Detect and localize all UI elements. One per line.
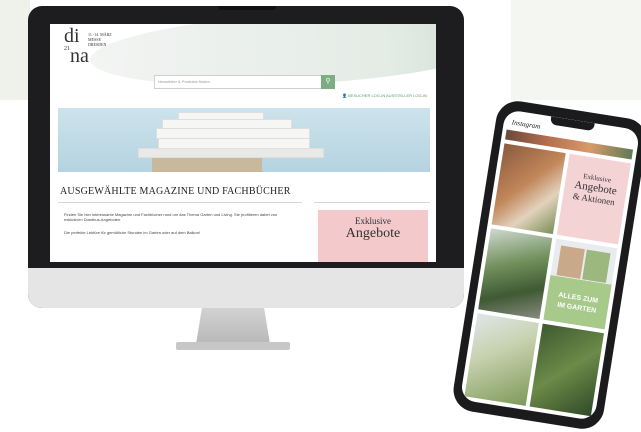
feed-thumb (556, 245, 585, 279)
feed-thumb (582, 249, 611, 283)
page-title: AUSGEWÄHLTE MAGAZINE UND FACHBÜCHER (60, 186, 291, 197)
feed-image[interactable] (464, 313, 539, 406)
visitor-login-link[interactable]: 👤 BESUCHER LOG-IN (342, 93, 385, 98)
smartphone: Instagram Exklusive Angebote & Aktionen … (450, 98, 641, 432)
feed-image[interactable] (491, 143, 566, 235)
search-placeholder: Newsletter & Produkte finden (158, 79, 210, 84)
background-tint-right (511, 0, 641, 100)
hero-image (58, 108, 430, 172)
app-title: Instagram (511, 118, 541, 131)
hero-magazine (156, 128, 310, 139)
desktop-monitor: di 11.-14. MÄRZ MESSE DRESDEN 21na Newsl… (28, 6, 464, 308)
feed-promo-tile[interactable]: ALLES ZUM IM GARTEN (543, 238, 618, 330)
feed-image[interactable] (478, 228, 553, 320)
monitor-base (176, 342, 290, 350)
logo-tagline: 11.-14. MÄRZ MESSE DRESDEN (88, 32, 112, 47)
search-icon: ⚲ (325, 78, 331, 85)
hero-stool (152, 156, 262, 172)
monitor-stand (196, 308, 270, 344)
feed-image[interactable] (529, 323, 604, 417)
intro-paragraph: Finden Sie hier interessante Magazine un… (64, 212, 278, 223)
background-tint (0, 0, 30, 100)
monitor-chin (28, 268, 464, 308)
phone-notch (550, 116, 595, 132)
promo-line-1: Exklusive (355, 216, 391, 226)
logo-bottom: na (70, 45, 89, 67)
intro-paragraph-2: Die perfekte Lektüre für gemütliche Stun… (64, 230, 201, 235)
divider (58, 202, 302, 203)
monitor-camera-notch (218, 6, 276, 10)
site-logo[interactable]: di 11.-14. MÄRZ MESSE DRESDEN 21na (64, 25, 112, 67)
exhibitor-login-link[interactable]: AUSSTELLER LOG-IN (386, 93, 427, 98)
hero-magazine (138, 148, 324, 158)
user-icon: 👤 (342, 93, 347, 98)
search-button[interactable]: ⚲ (321, 75, 335, 89)
search-input[interactable]: Newsletter & Produkte finden (154, 75, 322, 89)
divider (314, 202, 430, 203)
logo-top: di (64, 25, 80, 47)
monitor-screen: di 11.-14. MÄRZ MESSE DRESDEN 21na Newsl… (50, 24, 436, 262)
hero-magazine (178, 112, 264, 120)
promo-banner[interactable]: Exklusive Angebote (318, 210, 428, 262)
hero-magazine (158, 138, 310, 149)
promo-line-2: Angebote (345, 226, 401, 241)
feed-promo-tile[interactable]: Exklusive Angebote & Aktionen (556, 153, 631, 245)
phone-screen: Instagram Exklusive Angebote & Aktionen … (459, 109, 641, 421)
hero-magazine (162, 119, 292, 129)
